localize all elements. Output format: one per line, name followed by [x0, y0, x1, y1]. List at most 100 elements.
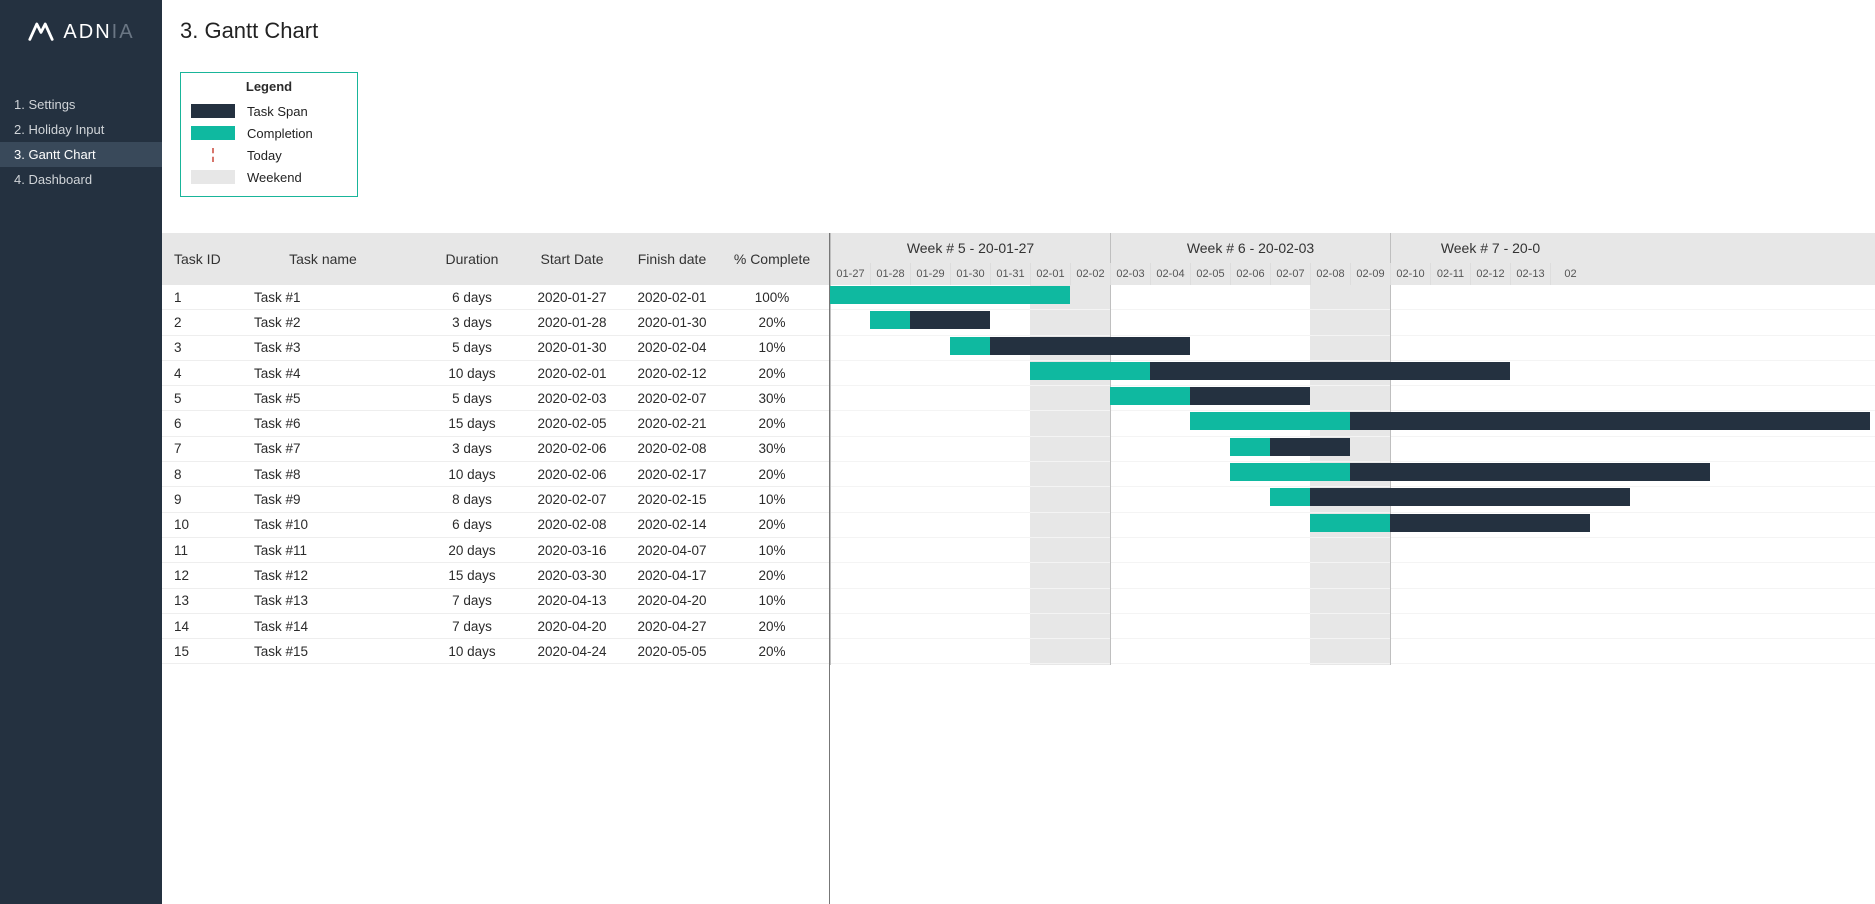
cell-pct: 100% [722, 290, 822, 305]
task-table: Task ID Task name Duration Start Date Fi… [162, 233, 830, 904]
cell-duration: 10 days [422, 366, 522, 381]
sidebar-item-3[interactable]: 4. Dashboard [0, 167, 162, 192]
cell-pct: 30% [722, 441, 822, 456]
cell-duration: 8 days [422, 492, 522, 507]
cell-pct: 10% [722, 340, 822, 355]
legend-label-today: Today [247, 148, 282, 163]
cell-end: 2020-01-30 [622, 315, 722, 330]
sidebar-item-0[interactable]: 1. Settings [0, 92, 162, 117]
cell-name: Task #11 [224, 543, 422, 558]
day-header: 01-31 [990, 263, 1030, 285]
day-header: 02-03 [1110, 263, 1150, 285]
cell-pct: 20% [722, 315, 822, 330]
table-row[interactable]: 1Task #16 days2020-01-272020-02-01100% [162, 285, 829, 310]
cell-id: 13 [162, 593, 224, 608]
brand-name-strong: ADN [63, 21, 111, 43]
table-row[interactable]: 14Task #147 days2020-04-202020-04-2720% [162, 614, 829, 639]
task-span-bar[interactable] [1270, 488, 1630, 506]
task-completion-bar [1110, 387, 1190, 405]
week-header: Week # 7 - 20-0 [1390, 233, 1590, 263]
cell-end: 2020-02-07 [622, 391, 722, 406]
table-row[interactable]: 13Task #137 days2020-04-132020-04-2010% [162, 589, 829, 614]
task-completion-bar [870, 311, 910, 329]
cell-duration: 7 days [422, 619, 522, 634]
timeline-header: Week # 5 - 20-01-27Week # 6 - 20-02-03We… [830, 233, 1875, 285]
table-row[interactable]: 5Task #55 days2020-02-032020-02-0730% [162, 386, 829, 411]
gantt-row [830, 285, 1875, 310]
week-header: Week # 6 - 20-02-03 [1110, 233, 1390, 263]
cell-duration: 3 days [422, 441, 522, 456]
gantt-row [830, 487, 1875, 512]
cell-start: 2020-02-06 [522, 467, 622, 482]
cell-end: 2020-02-14 [622, 517, 722, 532]
day-header: 02-06 [1230, 263, 1270, 285]
cell-duration: 10 days [422, 467, 522, 482]
col-header-start: Start Date [522, 251, 622, 267]
cell-pct: 20% [722, 619, 822, 634]
cell-name: Task #10 [224, 517, 422, 532]
gantt-row [830, 563, 1875, 588]
cell-name: Task #7 [224, 441, 422, 456]
task-completion-bar [1310, 514, 1390, 532]
gantt-timeline[interactable]: Week # 5 - 20-01-27Week # 6 - 20-02-03We… [830, 233, 1875, 904]
sidebar-item-2[interactable]: 3. Gantt Chart [0, 142, 162, 167]
gantt-row [830, 361, 1875, 386]
sidebar-item-1[interactable]: 2. Holiday Input [0, 117, 162, 142]
cell-end: 2020-04-17 [622, 568, 722, 583]
cell-start: 2020-02-01 [522, 366, 622, 381]
cell-id: 8 [162, 467, 224, 482]
task-completion-bar [1230, 463, 1350, 481]
task-completion-bar [950, 337, 990, 355]
cell-start: 2020-04-24 [522, 644, 622, 659]
table-row[interactable]: 8Task #810 days2020-02-062020-02-1720% [162, 462, 829, 487]
cell-start: 2020-04-13 [522, 593, 622, 608]
table-row[interactable]: 7Task #73 days2020-02-062020-02-0830% [162, 437, 829, 462]
day-header: 02-09 [1350, 263, 1390, 285]
table-row[interactable]: 2Task #23 days2020-01-282020-01-3020% [162, 310, 829, 335]
table-row[interactable]: 6Task #615 days2020-02-052020-02-2120% [162, 411, 829, 436]
cell-name: Task #4 [224, 366, 422, 381]
task-completion-bar [830, 286, 1070, 304]
cell-pct: 20% [722, 416, 822, 431]
cell-name: Task #9 [224, 492, 422, 507]
legend-row-weekend: Weekend [191, 166, 347, 188]
cell-pct: 20% [722, 366, 822, 381]
cell-start: 2020-01-28 [522, 315, 622, 330]
task-table-body: 1Task #16 days2020-01-272020-02-01100%2T… [162, 285, 829, 664]
page-title: 3. Gantt Chart [162, 0, 1875, 44]
legend-swatch-weekend [191, 170, 235, 184]
table-row[interactable]: 10Task #106 days2020-02-082020-02-1420% [162, 513, 829, 538]
cell-start: 2020-02-05 [522, 416, 622, 431]
cell-id: 15 [162, 644, 224, 659]
legend: Legend Task SpanCompletionTodayWeekend [180, 72, 358, 197]
gantt-row [830, 462, 1875, 487]
task-completion-bar [1030, 362, 1150, 380]
legend-title: Legend [191, 79, 347, 94]
cell-duration: 7 days [422, 593, 522, 608]
cell-id: 9 [162, 492, 224, 507]
cell-start: 2020-02-03 [522, 391, 622, 406]
legend-row-comp: Completion [191, 122, 347, 144]
cell-id: 14 [162, 619, 224, 634]
day-header: 01-28 [870, 263, 910, 285]
cell-end: 2020-02-17 [622, 467, 722, 482]
legend-row-today: Today [191, 144, 347, 166]
brand-logo: ADNIA [0, 0, 162, 64]
table-row[interactable]: 12Task #1215 days2020-03-302020-04-1720% [162, 563, 829, 588]
table-row[interactable]: 11Task #1120 days2020-03-162020-04-0710% [162, 538, 829, 563]
table-row[interactable]: 3Task #35 days2020-01-302020-02-0410% [162, 336, 829, 361]
cell-end: 2020-04-27 [622, 619, 722, 634]
gantt-row [830, 411, 1875, 436]
table-row[interactable]: 15Task #1510 days2020-04-242020-05-0520% [162, 639, 829, 664]
brand-name-thin: IA [112, 21, 135, 43]
table-row[interactable]: 4Task #410 days2020-02-012020-02-1220% [162, 361, 829, 386]
cell-end: 2020-04-07 [622, 543, 722, 558]
day-header: 02-05 [1190, 263, 1230, 285]
table-row[interactable]: 9Task #98 days2020-02-072020-02-1510% [162, 487, 829, 512]
day-header-row: 01-2701-2801-2901-3001-3102-0102-0202-03… [830, 263, 1875, 285]
cell-end: 2020-02-04 [622, 340, 722, 355]
cell-id: 6 [162, 416, 224, 431]
day-header: 02-10 [1390, 263, 1430, 285]
legend-swatch-comp [191, 126, 235, 140]
day-header: 02 [1550, 263, 1590, 285]
